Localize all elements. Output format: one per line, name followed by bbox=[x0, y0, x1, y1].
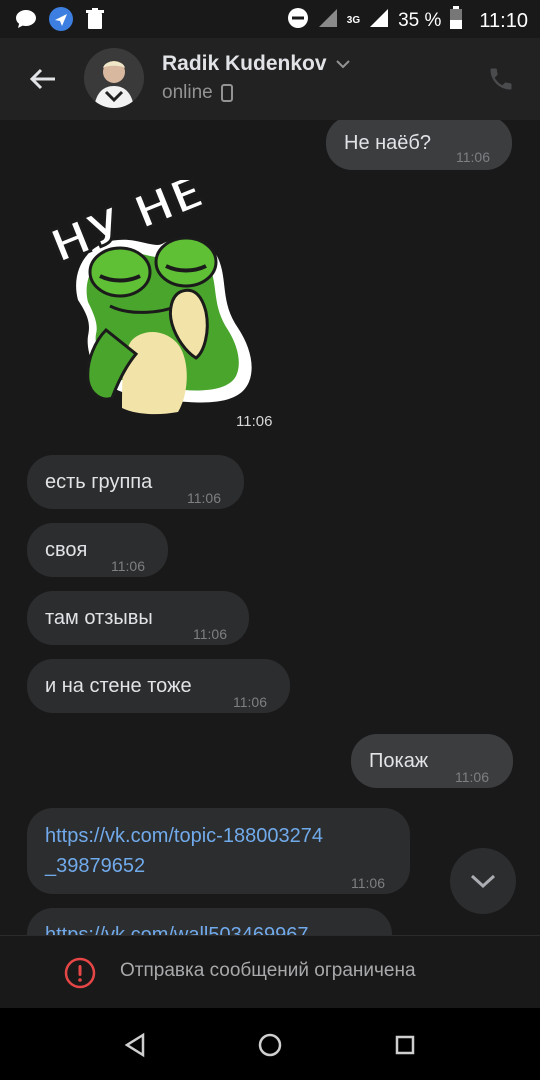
message-incoming[interactable]: своя 11:06 bbox=[27, 523, 168, 577]
location-icon bbox=[48, 6, 74, 37]
message-outgoing[interactable]: Покаж 11:06 bbox=[351, 734, 513, 788]
call-button[interactable] bbox=[484, 62, 518, 96]
message-list[interactable]: Не наёб? 11:06 НУ НЕ 11:06 есть группа 1… bbox=[0, 120, 540, 935]
message-incoming[interactable]: и на стене тоже 11:06 bbox=[27, 659, 290, 713]
message-text: своя bbox=[45, 539, 88, 561]
message-time: 11:06 bbox=[187, 490, 221, 506]
scroll-down-button[interactable] bbox=[450, 848, 516, 914]
message-time: 11:06 bbox=[455, 769, 489, 785]
alert-icon bbox=[64, 957, 96, 989]
message-text: Не наёб? bbox=[344, 132, 431, 154]
restriction-text: Отправка сообщений ограничена bbox=[120, 960, 416, 981]
chevron-down-icon bbox=[335, 60, 350, 69]
triangle-back-icon bbox=[124, 1032, 145, 1058]
message-text: и на стене тоже bbox=[45, 675, 192, 697]
contact-name-text: Radik Kudenkov bbox=[162, 52, 327, 75]
sticker[interactable]: НУ НЕ bbox=[40, 162, 280, 430]
message-incoming[interactable]: есть группа 11:06 bbox=[27, 455, 244, 509]
message-time: 11:06 bbox=[456, 149, 490, 165]
system-nav-bar bbox=[0, 1008, 540, 1080]
message-outgoing[interactable]: Не наёб? 11:06 bbox=[326, 120, 512, 170]
battery-percent: 35 % bbox=[398, 10, 442, 31]
dnd-icon bbox=[287, 7, 309, 35]
message-incoming-link[interactable]: https://vk.com/wall503469967 bbox=[27, 908, 392, 935]
message-time: 11:06 bbox=[193, 626, 227, 642]
message-text: там отзывы bbox=[45, 607, 153, 629]
nav-recents-button[interactable] bbox=[390, 1030, 420, 1060]
message-incoming[interactable]: там отзывы 11:06 bbox=[27, 591, 249, 645]
square-recents-icon bbox=[395, 1035, 415, 1055]
message-incoming-link[interactable]: https://vk.com/topic-188003274 _39879652… bbox=[27, 808, 410, 894]
message-link[interactable]: https://vk.com/wall503469967 bbox=[45, 920, 309, 935]
message-link[interactable]: https://vk.com/topic-188003274 bbox=[45, 821, 323, 851]
message-time: 11:06 bbox=[111, 558, 145, 574]
arrow-left-icon bbox=[29, 68, 55, 90]
mobile-icon bbox=[220, 84, 233, 102]
message-link-continuation[interactable]: _39879652 bbox=[45, 851, 145, 881]
status-text: online bbox=[162, 82, 213, 103]
phone-icon bbox=[490, 68, 512, 90]
message-time: 11:06 bbox=[351, 875, 385, 891]
trash-icon bbox=[84, 7, 106, 36]
sticker-time: 11:06 bbox=[236, 413, 273, 430]
battery-icon bbox=[449, 6, 463, 36]
message-icon bbox=[14, 7, 38, 36]
contact-name[interactable]: Radik Kudenkov bbox=[162, 52, 351, 76]
chevron-down-icon bbox=[470, 874, 496, 889]
back-button[interactable] bbox=[22, 58, 64, 100]
circle-home-icon bbox=[258, 1033, 282, 1057]
signal-outline-icon bbox=[317, 7, 339, 35]
message-time: 11:06 bbox=[233, 694, 267, 710]
message-text: есть группа bbox=[45, 471, 153, 493]
message-text: Покаж bbox=[369, 750, 429, 772]
avatar[interactable] bbox=[84, 48, 144, 108]
network-type: 3G bbox=[346, 15, 361, 26]
signal-icon bbox=[368, 7, 390, 35]
chat-header: Radik Kudenkov online bbox=[0, 38, 540, 120]
nav-home-button[interactable] bbox=[255, 1030, 285, 1060]
restriction-banner: Отправка сообщений ограничена bbox=[0, 935, 540, 1008]
clock: 11:10 bbox=[479, 9, 528, 32]
nav-back-button[interactable] bbox=[120, 1030, 150, 1060]
status-bar: 3G 35 % 11:10 bbox=[0, 0, 540, 38]
contact-status: online bbox=[162, 82, 233, 104]
